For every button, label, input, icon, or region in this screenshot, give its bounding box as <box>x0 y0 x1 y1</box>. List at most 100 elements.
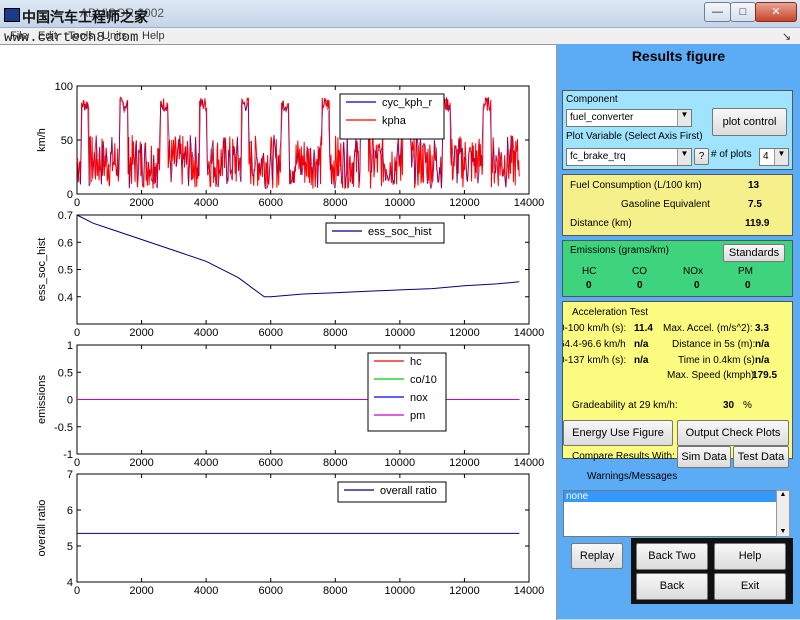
emission-val-pm: 0 <box>745 280 751 291</box>
exit-button[interactable]: Exit <box>714 573 786 600</box>
sim-data-button[interactable]: Sim Data <box>677 446 731 468</box>
fuel-consumption-label: Fuel Consumption (L/100 km) <box>570 180 702 191</box>
emission-col-nox: NOx <box>683 266 703 277</box>
max-speed-label: Max. Speed (kmph): <box>667 370 758 381</box>
time-04km-value: n/a <box>755 355 770 366</box>
compare-results-label: Compare Results With: <box>572 451 675 462</box>
standards-button[interactable]: Standards <box>723 244 785 262</box>
y-tick-label: 5 <box>67 541 73 553</box>
legend-label: nox <box>410 392 428 404</box>
emission-col-pm: PM <box>738 266 753 277</box>
energy-use-figure-button[interactable]: Energy Use Figure <box>563 420 673 446</box>
maximize-button[interactable]: □ <box>730 2 756 22</box>
watermark-text: 中国汽车工程师之家 <box>22 10 148 26</box>
distance-5s-label: Distance in 5s (m): <box>672 339 756 350</box>
x-tick-label: 2000 <box>129 585 153 597</box>
y-tick-label: 6 <box>67 505 73 517</box>
num-plots-select[interactable]: 4 ▼ <box>759 148 789 166</box>
x-tick-label: 0 <box>74 585 80 597</box>
chevron-down-icon: ▼ <box>677 149 691 165</box>
legend-label: pm <box>410 410 425 422</box>
y-tick-label: 50 <box>61 135 73 147</box>
y-tick-label: 0.5 <box>58 367 73 379</box>
close-button[interactable]: ✕ <box>755 2 797 22</box>
replay-button[interactable]: Replay <box>571 543 623 569</box>
plot-variable-select[interactable]: fc_brake_trq ▼ <box>566 148 692 166</box>
warnings-scrollbar[interactable]: ▲ ▼ <box>776 490 790 537</box>
test-data-button[interactable]: Test Data <box>733 446 789 468</box>
results-panel: Results figure Component fuel_converter … <box>557 44 800 619</box>
gasoline-equivalent-value: 7.5 <box>748 199 762 210</box>
emissions-box: Emissions (grams/km) Standards HC CO NOx… <box>562 240 793 297</box>
x-tick-label: 14000 <box>514 327 545 339</box>
accel-64-96-value: n/a <box>634 339 649 350</box>
x-tick-label: 8000 <box>323 585 347 597</box>
distance-label: Distance (km) <box>570 218 632 229</box>
emission-col-hc: HC <box>582 266 597 277</box>
warnings-label: Warnings/Messages <box>587 471 678 482</box>
x-tick-label: 4000 <box>194 585 218 597</box>
x-tick-label: 2000 <box>129 327 153 339</box>
legend-label: kpha <box>382 115 407 127</box>
y-tick-label: 0.6 <box>58 237 73 249</box>
x-tick-label: 0 <box>74 457 80 469</box>
title-bar: ADVISOR 2002 中国汽车工程师之家 — □ ✕ <box>0 0 800 28</box>
legend-label: hc <box>410 356 422 368</box>
num-plots-label: # of plots <box>711 149 752 160</box>
y-tick-label: 4 <box>67 577 73 589</box>
x-tick-label: 0 <box>74 327 80 339</box>
nav-button-group: Back Two Help Back Exit <box>631 538 793 604</box>
plot-frame-2 <box>76 214 530 325</box>
y-tick-label: 0 <box>67 189 73 201</box>
chevron-down-icon: ▼ <box>677 110 691 126</box>
y-axis-label: ess_soc_hist <box>36 238 48 302</box>
plot-variable-value: fc_brake_trq <box>570 151 626 162</box>
legend-label: ess_soc_hist <box>368 226 432 238</box>
back-button[interactable]: Back <box>636 573 708 600</box>
warnings-listbox[interactable]: none <box>563 490 778 537</box>
gasoline-equivalent-label: Gasoline Equivalent <box>621 199 710 210</box>
accel-64-96-label: 64.4-96.6 km/h <box>562 339 626 350</box>
component-select[interactable]: fuel_converter ▼ <box>566 109 692 127</box>
help-question-button[interactable]: ? <box>694 148 709 165</box>
emission-val-co: 0 <box>637 280 643 291</box>
legend-label: co/10 <box>410 374 437 386</box>
plot-control-button[interactable]: plot control <box>712 108 787 136</box>
app-logo-icon <box>4 8 20 22</box>
x-tick-label: 12000 <box>449 585 480 597</box>
x-tick-label: 4000 <box>194 457 218 469</box>
gradeability-label: Gradeability at 29 km/h: <box>572 400 678 411</box>
help-button[interactable]: Help <box>714 543 786 570</box>
back-two-button[interactable]: Back Two <box>636 543 708 570</box>
minimize-button[interactable]: — <box>704 2 731 22</box>
y-tick-label: 0.5 <box>58 265 73 277</box>
component-box: Component fuel_converter ▼ plot control … <box>562 90 793 170</box>
x-tick-label: 12000 <box>449 197 480 209</box>
scroll-down-icon[interactable]: ▼ <box>777 528 789 535</box>
emissions-label: Emissions (grams/km) <box>570 245 669 256</box>
x-tick-label: 8000 <box>323 457 347 469</box>
y-axis-label: km/h <box>36 128 48 152</box>
num-plots-value: 4 <box>763 151 769 162</box>
x-tick-label: 6000 <box>258 585 282 597</box>
warnings-item[interactable]: none <box>564 491 778 502</box>
max-accel-label: Max. Accel. (m/s^2): <box>663 323 753 334</box>
fuel-box: Fuel Consumption (L/100 km) 13 Gasoline … <box>562 174 793 236</box>
x-tick-label: 8000 <box>323 197 347 209</box>
distance-5s-value: n/a <box>755 339 770 350</box>
dock-arrow-icon[interactable]: ↘ <box>782 30 791 43</box>
y-tick-label: 1 <box>67 340 73 352</box>
legend-label: overall ratio <box>380 485 437 497</box>
menu-help[interactable]: Help <box>142 30 165 42</box>
acceleration-title: Acceleration Test <box>572 307 648 318</box>
y-tick-label: -1 <box>63 449 73 461</box>
output-check-plots-button[interactable]: Output Check Plots <box>677 420 789 446</box>
legend-box <box>367 352 447 432</box>
x-tick-label: 14000 <box>514 457 545 469</box>
legend-label: cyc_kph_r <box>382 97 432 109</box>
x-tick-label: 4000 <box>194 197 218 209</box>
scroll-up-icon[interactable]: ▲ <box>777 491 789 498</box>
x-tick-label: 14000 <box>514 197 545 209</box>
y-axis-label: overall ratio <box>36 500 48 557</box>
accel-0-137-label: 0-137 km/h (s): <box>562 355 627 366</box>
